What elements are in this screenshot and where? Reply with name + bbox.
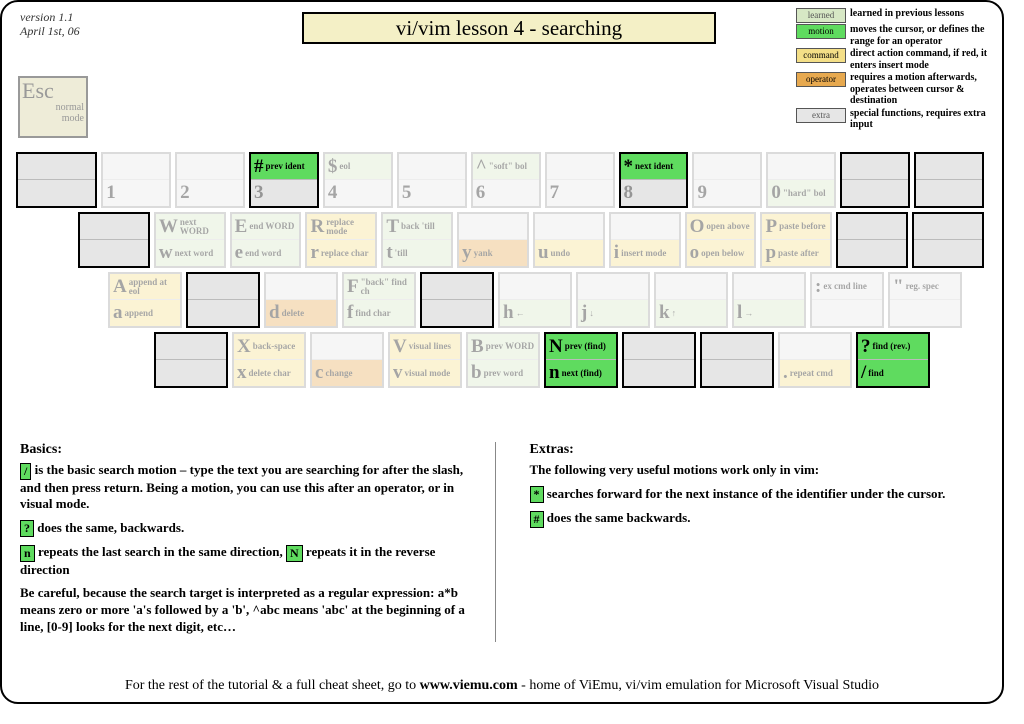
key-backtick — [16, 152, 97, 208]
key-m — [622, 332, 696, 388]
key-y: yyank — [457, 212, 529, 268]
legend-swatch-command: command — [796, 48, 846, 63]
key-1: 1 — [101, 152, 171, 208]
footer: For the rest of the tutorial & a full ch… — [2, 678, 1002, 694]
key-v: Vvisual linesvvisual mode — [388, 332, 462, 388]
key-u: uundo — [533, 212, 605, 268]
key-x: Xback-spacexdelete char — [232, 332, 306, 388]
key-comma — [700, 332, 774, 388]
extras-p1: The following very useful motions work o… — [530, 462, 985, 479]
basics-p4: Be careful, because the search target is… — [20, 585, 475, 635]
key-j: j↓ — [576, 272, 650, 328]
chip-hash: # — [530, 511, 544, 528]
basics-p3a: repeats the last search in the same dire… — [38, 544, 283, 559]
key-3-hash: #prev ident3 — [249, 152, 319, 208]
chip-slash: / — [20, 463, 31, 480]
basics-heading: Basics: — [20, 442, 475, 458]
key-z — [154, 332, 228, 388]
basics-p2: does the same, backwards. — [37, 520, 184, 535]
legend-command: direct action command, if red, it enters… — [850, 48, 990, 71]
basics-p1: is the basic search motion – type the te… — [20, 462, 463, 511]
keyboard: 1 2 #prev ident3 $eol4 5 ^"soft" bol6 7 … — [16, 152, 988, 392]
key-w: Wnext WORDwnext word — [154, 212, 226, 268]
cheatsheet: version 1.1 April 1st, 06 vi/vim lesson … — [0, 0, 1004, 704]
key-k: k↑ — [654, 272, 728, 328]
legend-swatch-extra: extra — [796, 108, 846, 123]
legend-learned: learned in previous lessons — [850, 8, 990, 20]
key-5: 5 — [397, 152, 467, 208]
key-9: 9 — [692, 152, 762, 208]
basics-col: Basics: / is the basic search motion – t… — [20, 442, 496, 642]
chip-star: * — [530, 486, 544, 503]
key-b: Bprev WORDbprev word — [466, 332, 540, 388]
key-n: Nprev (find)nnext (find) — [544, 332, 618, 388]
extras-heading: Extras: — [530, 442, 985, 458]
row-asdf: Aappend at eolaappend ddelete F"back" fi… — [108, 272, 988, 328]
extras-p2: searches forward for the next instance o… — [547, 486, 946, 501]
extras-col: Extras: The following very useful motion… — [530, 442, 985, 642]
legend-swatch-operator: operator — [796, 72, 846, 87]
key-minus — [840, 152, 910, 208]
legend-swatch-learned: learned — [796, 8, 846, 23]
legend-operator: requires a motion afterwards, operates b… — [850, 72, 990, 107]
text-columns: Basics: / is the basic search motion – t… — [20, 442, 984, 642]
key-s — [186, 272, 260, 328]
esc-sub1: normal — [22, 102, 84, 113]
footer-link: www.viemu.com — [420, 678, 518, 693]
legend: learned learned in previous lessons motio… — [796, 8, 990, 132]
row-numbers: 1 2 #prev ident3 $eol4 5 ^"soft" bol6 7 … — [16, 152, 988, 208]
key-e: Eend WORDeend word — [230, 212, 302, 268]
version-text: version 1.1 — [20, 10, 80, 24]
key-0: 0"hard" bol — [766, 152, 836, 208]
key-t: Tback 'tillt'till — [381, 212, 453, 268]
key-4-dollar: $eol4 — [323, 152, 393, 208]
key-i: iinsert mode — [609, 212, 681, 268]
key-8-star: *next ident8 — [619, 152, 689, 208]
date-text: April 1st, 06 — [20, 24, 80, 38]
key-slash: ?find (rev.)/find — [856, 332, 930, 388]
key-l: l→ — [732, 272, 806, 328]
key-lbracket — [836, 212, 908, 268]
row-qwerty: Wnext WORDwnext word Eend WORDeend word … — [78, 212, 988, 268]
key-7: 7 — [545, 152, 615, 208]
legend-swatch-motion: motion — [796, 24, 846, 39]
legend-motion: moves the cursor, or defines the range f… — [850, 24, 990, 47]
version-block: version 1.1 April 1st, 06 — [20, 10, 80, 39]
key-r: Rreplace moderreplace char — [305, 212, 377, 268]
key-o: Oopen aboveoopen below — [685, 212, 757, 268]
key-dot: .repeat cmd — [778, 332, 852, 388]
key-a: Aappend at eolaappend — [108, 272, 182, 328]
esc-key: Esc normal mode — [18, 76, 88, 138]
chip-q: ? — [20, 520, 34, 537]
key-d: ddelete — [264, 272, 338, 328]
esc-label: Esc — [22, 80, 84, 102]
key-q — [78, 212, 150, 268]
chip-N: N — [286, 545, 303, 562]
key-c: cchange — [310, 332, 384, 388]
key-f: F"back" find chffind char — [342, 272, 416, 328]
key-6-caret: ^"soft" bol6 — [471, 152, 541, 208]
chip-n: n — [20, 545, 35, 562]
key-g — [420, 272, 494, 328]
extras-p3: does the same backwards. — [547, 510, 691, 525]
esc-sub2: mode — [22, 113, 84, 124]
footer-c: - home of ViEmu, vi/vim emulation for Mi… — [518, 678, 879, 693]
footer-a: For the rest of the tutorial & a full ch… — [125, 678, 420, 693]
key-2: 2 — [175, 152, 245, 208]
key-h: h← — [498, 272, 572, 328]
key-p: Ppaste beforeppaste after — [760, 212, 832, 268]
legend-extra: special functions, requires extra input — [850, 108, 990, 131]
row-zxcv: Xback-spacexdelete char cchange Vvisual … — [154, 332, 988, 388]
key-colon: :ex cmd line — [810, 272, 884, 328]
page-title: vi/vim lesson 4 - searching — [302, 12, 716, 44]
key-equal — [914, 152, 984, 208]
key-quote: "reg. spec — [888, 272, 962, 328]
key-rbracket — [912, 212, 984, 268]
